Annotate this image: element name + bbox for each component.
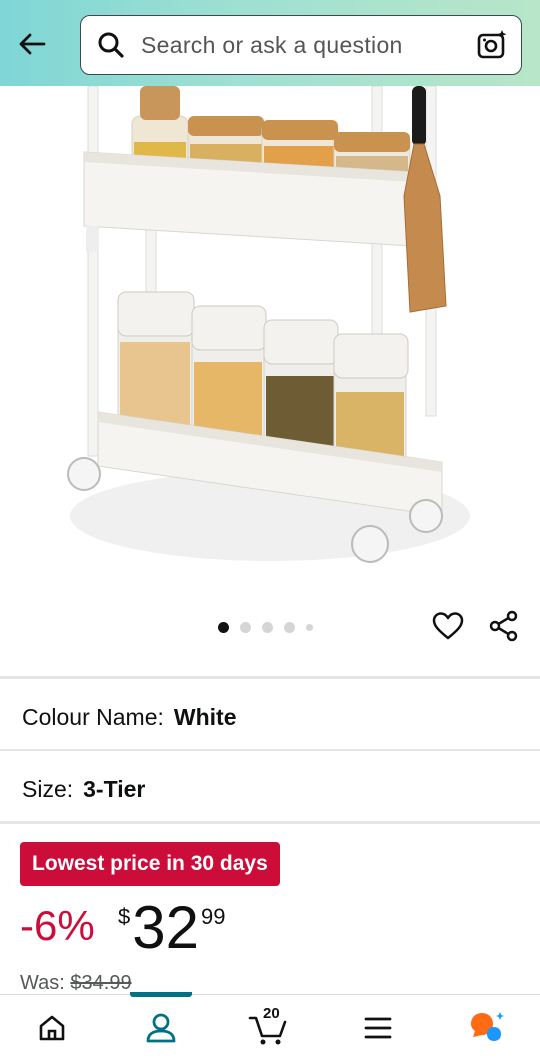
carousel-dot[interactable]: [218, 621, 229, 633]
rufus-icon: [471, 1012, 504, 1041]
section-divider: [0, 821, 540, 824]
search-input[interactable]: Search or ask a question: [141, 32, 463, 59]
colour-label: Colour Name:: [22, 703, 164, 730]
colour-value: White: [173, 703, 237, 730]
price-whole: 32: [132, 894, 199, 961]
product-image[interactable]: [0, 86, 540, 586]
bottom-nav: 20: [0, 992, 540, 1060]
was-price: Was: $34.99: [20, 972, 132, 995]
image-carousel-dots[interactable]: [218, 620, 313, 634]
menu-icon: [364, 1017, 392, 1039]
search-icon[interactable]: [81, 15, 141, 75]
size-selector[interactable]: Size: 3-Tier: [22, 769, 145, 809]
size-value: 3-Tier: [83, 775, 146, 802]
share-button[interactable]: [484, 606, 524, 646]
deal-badge: Lowest price in 30 days: [20, 842, 280, 886]
price-currency: $: [118, 904, 131, 929]
was-value: $34.99: [70, 972, 132, 994]
nav-rufus[interactable]: [457, 995, 517, 1060]
colour-selector[interactable]: Colour Name: White: [22, 697, 237, 737]
share-icon: [489, 610, 518, 642]
carousel-dot[interactable]: [240, 621, 251, 633]
size-label: Size:: [22, 775, 74, 802]
heart-icon: [432, 612, 464, 640]
carousel-dot[interactable]: [284, 621, 295, 633]
wishlist-button[interactable]: [428, 606, 468, 646]
price: $ 32 99: [118, 896, 225, 960]
nav-menu[interactable]: [348, 995, 408, 1060]
carousel-dot[interactable]: [262, 621, 273, 633]
back-arrow-icon: [19, 33, 46, 55]
discount-percent: -6%: [20, 902, 95, 949]
header: Search or ask a question: [0, 0, 540, 86]
home-icon: [39, 1015, 65, 1041]
account-icon: [146, 1013, 176, 1043]
nav-home[interactable]: [22, 995, 82, 1060]
row-divider: [0, 749, 540, 751]
camera-icon[interactable]: [463, 16, 521, 74]
price-fraction: 99: [201, 904, 226, 929]
section-divider: [0, 676, 540, 679]
nav-cart[interactable]: 20: [238, 995, 298, 1060]
was-label: Was:: [20, 972, 65, 994]
search-bar[interactable]: Search or ask a question: [80, 15, 522, 75]
carousel-dot[interactable]: [306, 623, 313, 631]
cart-count: 20: [263, 1005, 280, 1022]
back-button[interactable]: [12, 24, 52, 64]
nav-account[interactable]: [131, 995, 191, 1060]
